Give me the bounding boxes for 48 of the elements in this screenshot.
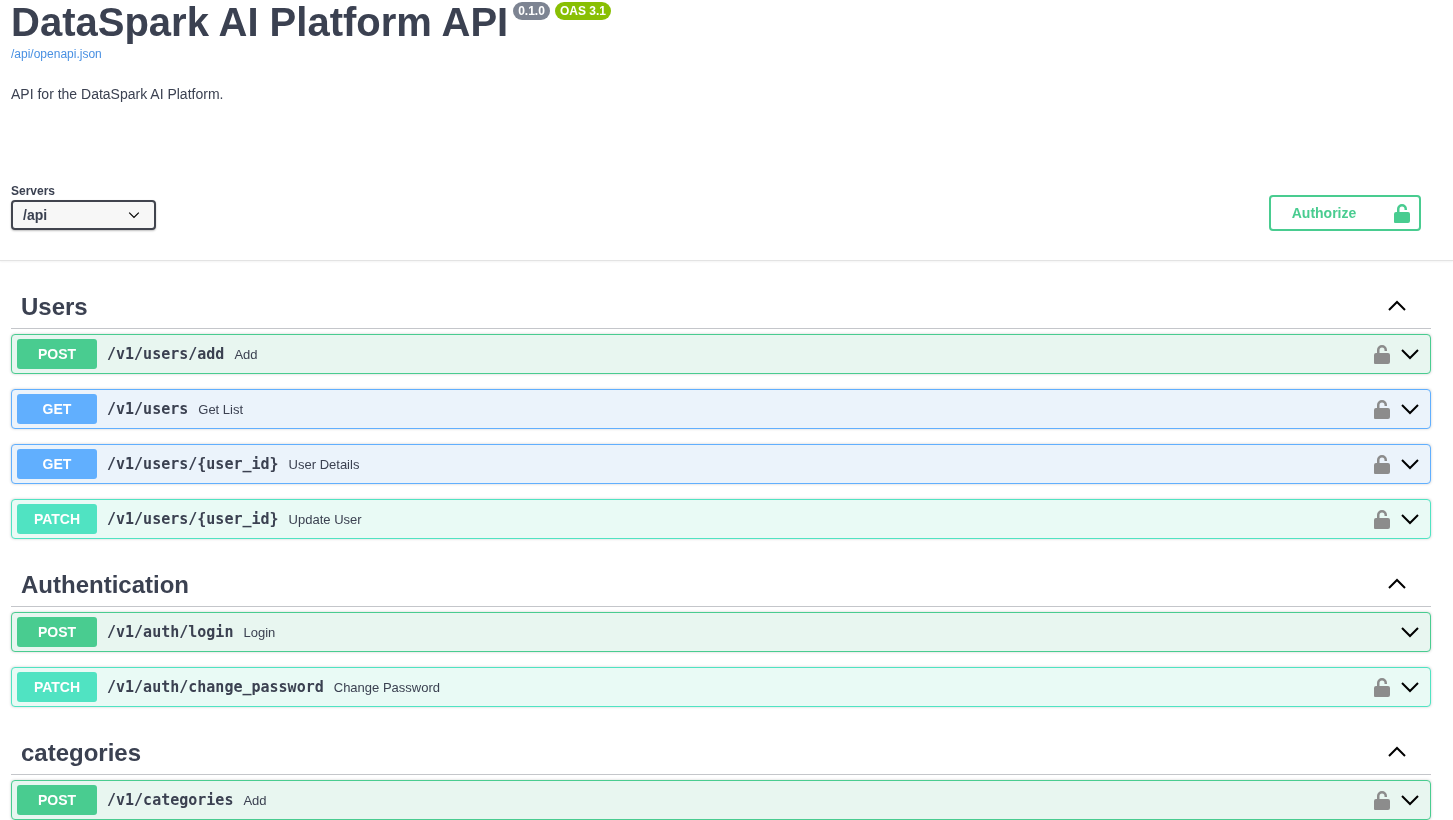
endpoint-path: /v1/users xyxy=(107,400,189,418)
endpoint-summary: Update User xyxy=(288,511,363,527)
endpoint-path: /v1/users/{user_id} xyxy=(107,510,279,528)
endpoint-summary: Change Password xyxy=(333,679,441,695)
chevron-down-icon[interactable] xyxy=(1400,681,1420,693)
endpoint-path: /v1/categories xyxy=(107,791,234,809)
endpoint-path: /v1/auth/login xyxy=(107,623,234,641)
section-title[interactable]: categories xyxy=(21,738,142,767)
endpoint-path: /v1/users/add xyxy=(107,345,225,363)
lock-icon xyxy=(1394,203,1411,223)
endpoint-path: /v1/users/{user_id} xyxy=(107,455,279,473)
section-title[interactable]: Authentication xyxy=(21,570,189,599)
chevron-down-icon[interactable] xyxy=(1400,513,1420,525)
chevron-down-icon[interactable] xyxy=(1400,794,1420,806)
operation-row[interactable]: POST /v1/auth/login Login xyxy=(11,612,1431,652)
operation-row[interactable]: GET /v1/users Get List xyxy=(11,389,1431,429)
operation-row[interactable]: POST /v1/categories Add xyxy=(11,780,1431,820)
lock-icon[interactable] xyxy=(1374,677,1390,697)
chevron-down-icon[interactable] xyxy=(1400,348,1420,360)
lock-icon[interactable] xyxy=(1374,399,1390,419)
chevron-up-icon[interactable] xyxy=(1387,745,1407,758)
spec-version-badge: OAS 3.1 xyxy=(554,2,611,20)
lock-icon[interactable] xyxy=(1374,790,1390,810)
chevron-up-icon[interactable] xyxy=(1387,577,1407,590)
chevron-down-icon[interactable] xyxy=(1400,626,1420,638)
endpoint-summary: Login xyxy=(243,624,277,640)
operation-row[interactable]: GET /v1/users/{user_id} User Details xyxy=(11,444,1431,484)
endpoint-summary: Add xyxy=(243,792,268,808)
operation-row[interactable]: PATCH /v1/users/{user_id} Update User xyxy=(11,499,1431,539)
servers-label: Servers xyxy=(11,184,57,198)
servers-dropdown[interactable]: /api xyxy=(11,200,156,230)
operation-row[interactable]: PATCH /v1/auth/change_password Change Password xyxy=(11,667,1431,707)
lock-icon[interactable] xyxy=(1374,344,1390,364)
chevron-down-icon[interactable] xyxy=(1400,403,1420,415)
api-description: API for the DataSpark AI Platform. xyxy=(11,86,225,102)
endpoint-summary: Add xyxy=(234,346,259,362)
caret-icon[interactable] xyxy=(128,211,140,219)
lock-icon[interactable] xyxy=(1374,509,1390,529)
section-title[interactable]: Users xyxy=(21,292,88,321)
endpoint-summary: User Details xyxy=(288,456,361,472)
page-title: DataSpark AI Platform API xyxy=(11,0,509,44)
endpoint-summary: Get List xyxy=(198,401,245,417)
endpoint-path: /v1/auth/change_password xyxy=(107,678,324,696)
chevron-down-icon[interactable] xyxy=(1400,458,1420,470)
operation-row[interactable]: POST /v1/users/add Add xyxy=(11,334,1431,374)
version-badge: 0.1.0 xyxy=(513,2,550,20)
chevron-up-icon[interactable] xyxy=(1387,299,1407,312)
lock-icon[interactable] xyxy=(1374,454,1390,474)
